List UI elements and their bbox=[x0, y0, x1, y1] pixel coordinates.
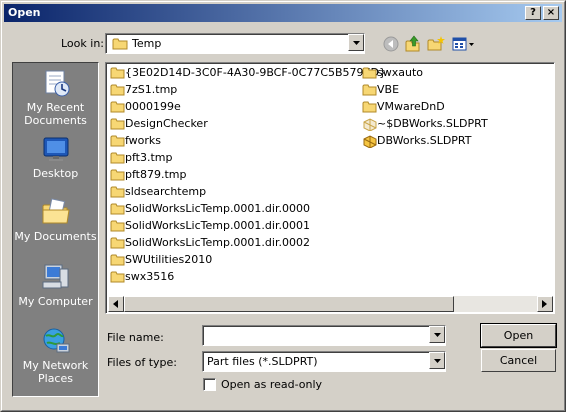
desktop-icon bbox=[43, 137, 68, 161]
places-bar: My Recent Documents Desktop My Documents bbox=[12, 62, 99, 397]
folder-icon bbox=[110, 169, 125, 181]
file-name-dropdown-button[interactable] bbox=[429, 326, 445, 343]
folder-icon bbox=[110, 203, 125, 215]
close-button[interactable]: × bbox=[543, 6, 559, 20]
file-name-text: SolidWorksLicTemp.0001.dir.0002 bbox=[125, 236, 310, 249]
file-name-text: SolidWorksLicTemp.0001.dir.0001 bbox=[125, 219, 310, 232]
folder-icon bbox=[110, 118, 125, 130]
file-name-text: VMwareDnD bbox=[377, 100, 445, 113]
look-in-value: Temp bbox=[132, 37, 162, 50]
file-name-text: VBE bbox=[377, 83, 400, 96]
arrow-left-icon bbox=[113, 300, 118, 308]
file-name-combo[interactable] bbox=[202, 325, 446, 346]
file-name-label: File name: bbox=[107, 331, 164, 344]
part-file-icon bbox=[363, 118, 377, 131]
up-folder-button[interactable] bbox=[403, 34, 423, 54]
folder-icon bbox=[110, 135, 125, 147]
cancel-button[interactable]: Cancel bbox=[481, 349, 556, 372]
back-icon bbox=[383, 36, 399, 52]
chevron-down-icon bbox=[353, 41, 360, 45]
new-folder-icon bbox=[427, 36, 445, 51]
file-type-value: Part files (*.SLDPRT) bbox=[207, 355, 318, 368]
folder-icon bbox=[110, 254, 125, 266]
place-desktop[interactable]: Desktop bbox=[13, 133, 98, 180]
back-button[interactable] bbox=[381, 34, 401, 54]
title-bar[interactable]: Open ? × bbox=[4, 4, 562, 22]
look-in-label: Look in: bbox=[61, 37, 104, 50]
folder-icon bbox=[362, 84, 377, 96]
folder-icon bbox=[110, 67, 125, 79]
help-button[interactable]: ? bbox=[525, 6, 541, 20]
scroll-left-button[interactable] bbox=[108, 296, 124, 312]
views-menu-icon bbox=[452, 37, 474, 51]
folder-icon bbox=[110, 271, 125, 283]
folder-icon bbox=[110, 152, 125, 164]
open-button[interactable]: Open bbox=[480, 323, 557, 348]
chevron-down-icon bbox=[434, 333, 441, 337]
file-list[interactable]: {3E02D14D-3C0F-4A30-9BCF-0C77C5B5797D} 7z… bbox=[105, 62, 555, 314]
folder-icon bbox=[112, 38, 128, 50]
part-file-icon bbox=[363, 135, 377, 148]
new-folder-button[interactable] bbox=[426, 34, 446, 54]
horizontal-scrollbar[interactable] bbox=[108, 296, 553, 312]
place-label-computer: My Computer bbox=[18, 295, 93, 308]
chevron-down-icon bbox=[434, 359, 441, 363]
file-type-combo[interactable]: Part files (*.SLDPRT) bbox=[202, 351, 446, 372]
scroll-thumb[interactable] bbox=[124, 296, 454, 312]
arrow-right-icon bbox=[542, 300, 547, 308]
place-label-network: My Network Places bbox=[22, 359, 89, 385]
file-name-text: SWUtilities2010 bbox=[125, 253, 213, 266]
folder-icon bbox=[110, 220, 125, 232]
folder-icon bbox=[110, 186, 125, 198]
place-my-computer[interactable]: My Computer bbox=[13, 261, 98, 308]
look-in-dropdown-button[interactable] bbox=[348, 34, 364, 51]
folder-icon bbox=[110, 84, 125, 96]
file-name-text: 7zS1.tmp bbox=[125, 83, 178, 96]
place-label-desktop: Desktop bbox=[32, 167, 79, 180]
my-documents-icon bbox=[42, 198, 70, 224]
place-my-recent-documents[interactable]: My Recent Documents bbox=[13, 67, 98, 127]
file-name-text: sldsearchtemp bbox=[125, 185, 207, 198]
file-name-text: swx3516 bbox=[125, 270, 175, 283]
folder-icon bbox=[110, 101, 125, 113]
place-my-network-places[interactable]: My Network Places bbox=[13, 325, 98, 385]
dialog-title: Open bbox=[8, 6, 41, 19]
file-name-text: swxauto bbox=[377, 66, 423, 79]
up-folder-icon bbox=[405, 35, 420, 52]
file-name-text: 0000199e bbox=[125, 100, 181, 113]
folder-icon bbox=[362, 101, 377, 113]
file-type-label: Files of type: bbox=[107, 356, 178, 369]
open-dialog: Open ? × Look in: Temp My Recent Documen… bbox=[0, 0, 566, 412]
place-my-documents[interactable]: My Documents bbox=[13, 196, 98, 243]
place-label-recent: My Recent Documents bbox=[24, 101, 87, 127]
file-name-text: DBWorks.SLDPRT bbox=[377, 134, 472, 147]
file-name-text: {3E02D14D-3C0F-4A30-9BCF-0C77C5B5797D} bbox=[125, 66, 387, 79]
file-name-text: ~$DBWorks.SLDPRT bbox=[377, 117, 488, 130]
views-menu-button[interactable] bbox=[450, 34, 476, 54]
scroll-right-button[interactable] bbox=[537, 296, 553, 312]
recent-documents-icon bbox=[45, 70, 69, 97]
file-name-text: SolidWorksLicTemp.0001.dir.0000 bbox=[125, 202, 310, 215]
file-name-text: DesignChecker bbox=[125, 117, 208, 130]
file-name-text: fworks bbox=[125, 134, 162, 147]
file-type-dropdown-button[interactable] bbox=[429, 352, 445, 369]
folder-icon bbox=[362, 67, 377, 79]
file-name-text: pft879.tmp bbox=[125, 168, 187, 181]
place-label-documents: My Documents bbox=[14, 230, 97, 243]
folder-icon bbox=[110, 237, 125, 249]
look-in-combo[interactable]: Temp bbox=[105, 33, 365, 54]
my-computer-icon bbox=[42, 264, 68, 289]
read-only-label[interactable]: Open as read-only bbox=[221, 378, 322, 391]
network-places-icon bbox=[43, 328, 69, 353]
read-only-checkbox[interactable] bbox=[203, 378, 216, 391]
file-name-text: pft3.tmp bbox=[125, 151, 173, 164]
